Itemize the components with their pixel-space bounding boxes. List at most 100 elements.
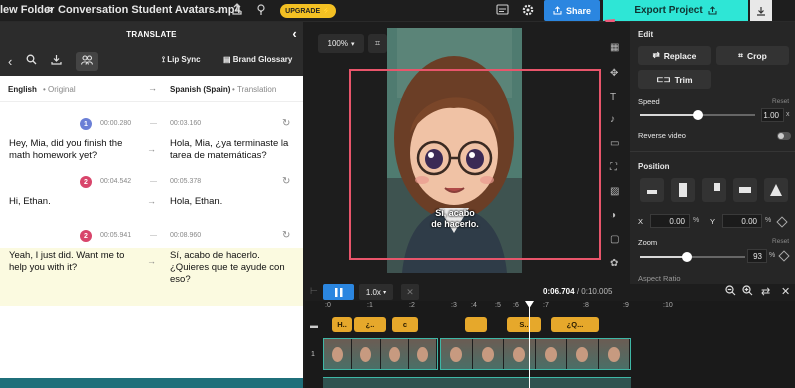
x-position-input[interactable]: 0.00 [650, 214, 690, 228]
clip-thumbnail [535, 339, 567, 369]
shapes-icon[interactable]: ◑ [610, 210, 616, 221]
download-icon[interactable] [51, 54, 62, 68]
speed-value-input[interactable]: 1.00 [761, 108, 784, 122]
zoom-slider[interactable] [640, 252, 745, 262]
segment-target-text[interactable]: Sí, acabo de hacerlo. ¿Quieres que te ay… [170, 250, 298, 286]
segment-end-time[interactable]: 00:08.960 [170, 232, 201, 239]
upgrade-button[interactable]: UPGRADE ⚡ [280, 4, 336, 18]
lightbulb-icon[interactable] [255, 3, 267, 15]
subtitle-chip[interactable]: c [392, 317, 418, 332]
grid-icon[interactable]: ▦ [610, 42, 619, 53]
zoom-reset-button[interactable]: Reset [772, 238, 789, 245]
replace-button[interactable]: ⇄ Replace [638, 46, 711, 65]
timeline-back-icon[interactable]: ⊢ [310, 286, 318, 297]
segment-target-text[interactable]: Hola, Mia, ¿ya terminaste la tarea de ma… [170, 138, 298, 162]
align-shape [679, 183, 687, 197]
more-icon[interactable]: ⋯ [208, 4, 220, 18]
lip-sync-button[interactable]: ⟟ Lip Sync [162, 55, 201, 65]
subtitle-chip[interactable]: H.. [332, 317, 352, 332]
zoom-slider-thumb[interactable] [682, 252, 692, 262]
subtitles-icon[interactable] [496, 4, 509, 15]
zoom-out-icon[interactable] [725, 285, 736, 299]
zoom-select[interactable]: 100% ▾ [318, 34, 364, 53]
audio-clip[interactable] [323, 377, 631, 388]
text-icon[interactable]: T [610, 92, 616, 103]
y-label: Y [710, 217, 716, 226]
zoom-value-input[interactable]: 93 [747, 249, 767, 263]
crop-icon: ⌗ [738, 50, 743, 60]
align-bottom-button[interactable] [764, 178, 788, 202]
segment-end-time[interactable]: 00:05.378 [170, 178, 201, 185]
settings-gear-icon[interactable] [522, 4, 534, 16]
y-position-input[interactable]: 0.00 [722, 214, 762, 228]
subtitle-chip[interactable]: ¿Q... [551, 317, 599, 332]
effects-icon[interactable]: ✿ [610, 258, 618, 269]
subtitle-chip[interactable]: S.. [507, 317, 541, 332]
segment-target-text[interactable]: Hola, Ethan. [170, 196, 298, 208]
align-center-button[interactable] [671, 178, 695, 202]
speed-slider-thumb[interactable] [693, 110, 703, 120]
playhead[interactable] [529, 301, 530, 388]
brand-glossary-button[interactable]: ▤ Brand Glossary [223, 55, 292, 64]
video-clip[interactable] [323, 338, 438, 370]
timeline-ruler[interactable]: :0 :1 :2 :3 :4 :5 :6 :7 :8 :9 :10 [323, 301, 795, 312]
video-clip[interactable] [440, 338, 631, 370]
align-top-right-button[interactable] [702, 178, 726, 202]
trim-label: Trim [674, 74, 693, 85]
download-button[interactable] [750, 0, 772, 21]
speed-value: 1.00 [763, 110, 779, 120]
speed-slider[interactable] [640, 110, 755, 120]
export-label: Export Project [634, 5, 703, 16]
align-middle-button[interactable] [733, 178, 757, 202]
export-project-button[interactable]: Export Project [603, 0, 748, 21]
segment-start-time[interactable]: 00:00.280 [100, 120, 131, 127]
speed-reset-button[interactable]: Reset [772, 98, 789, 105]
trim-icon: ⊏⊐ [656, 74, 671, 84]
back-chevron-icon[interactable]: ‹ [8, 54, 12, 69]
collapse-chevron-icon[interactable]: ‹ [292, 26, 297, 41]
square-icon[interactable]: ▢ [610, 234, 619, 245]
subtitles-tool-icon[interactable]: ▭ [610, 138, 619, 149]
split-button[interactable]: ✕ [401, 284, 419, 300]
timeline[interactable]: :0 :1 :2 :3 :4 :5 :6 :7 :8 :9 :10 ▬ H.. … [305, 301, 795, 388]
segment-source-text[interactable]: Hey, Mia, did you finish the math homewo… [9, 138, 139, 162]
zoom-in-icon[interactable] [742, 285, 753, 299]
regenerate-icon[interactable]: ↻ [282, 230, 290, 241]
upload-icon[interactable] [231, 3, 243, 15]
trim-button[interactable]: ⊏⊐ Trim [638, 70, 711, 89]
crop-button[interactable]: ⌗ Crop [716, 46, 789, 65]
keyframe-diamond-icon[interactable] [778, 250, 790, 262]
segment-end-time[interactable]: 00:03.160 [170, 120, 201, 127]
search-icon[interactable] [26, 54, 37, 68]
crop-tool-icon[interactable]: ⌗ [368, 34, 387, 53]
subtitle-chip[interactable] [465, 317, 487, 332]
regenerate-icon[interactable]: ↻ [282, 176, 290, 187]
zoom-slider-fill [640, 256, 687, 258]
keyframe-diamond-icon[interactable] [776, 216, 788, 228]
ruler-tick: :7 [543, 302, 549, 309]
source-sub-label: Original [48, 85, 76, 94]
segment-source-text[interactable]: Hi, Ethan. [9, 196, 139, 208]
subtitle-chip[interactable]: ¿.. [354, 317, 386, 332]
ruler-tick: :2 [409, 302, 415, 309]
segment-start-time[interactable]: 00:04.542 [100, 178, 131, 185]
target-language[interactable]: Spanish (Spain) [170, 85, 230, 94]
resize-icon[interactable]: ⛶ [610, 162, 617, 173]
segment-source-text[interactable]: Yeah, I just did. Want me to help you wi… [9, 250, 139, 274]
speakers-icon[interactable] [76, 51, 99, 71]
fit-timeline-icon[interactable]: ⇄ [761, 285, 770, 298]
arrow-right-icon: → [147, 144, 156, 154]
pattern-icon[interactable]: ▨ [610, 186, 619, 197]
reverse-video-toggle[interactable] [777, 132, 791, 140]
move-icon[interactable]: ✥ [610, 68, 618, 79]
align-top-left-button[interactable] [640, 178, 664, 202]
speed-label: Speed [638, 97, 660, 106]
playback-speed-select[interactable]: 1.0x ▾ [359, 284, 393, 300]
music-icon[interactable]: ♪ [610, 114, 615, 125]
subtitle-track-icon: ▬ [310, 321, 318, 330]
pause-button[interactable] [323, 284, 354, 300]
collapse-icon[interactable]: ✕ [781, 285, 790, 298]
regenerate-icon[interactable]: ↻ [282, 118, 290, 129]
segment-start-time[interactable]: 00:05.941 [100, 232, 131, 239]
source-language[interactable]: English [8, 85, 37, 94]
